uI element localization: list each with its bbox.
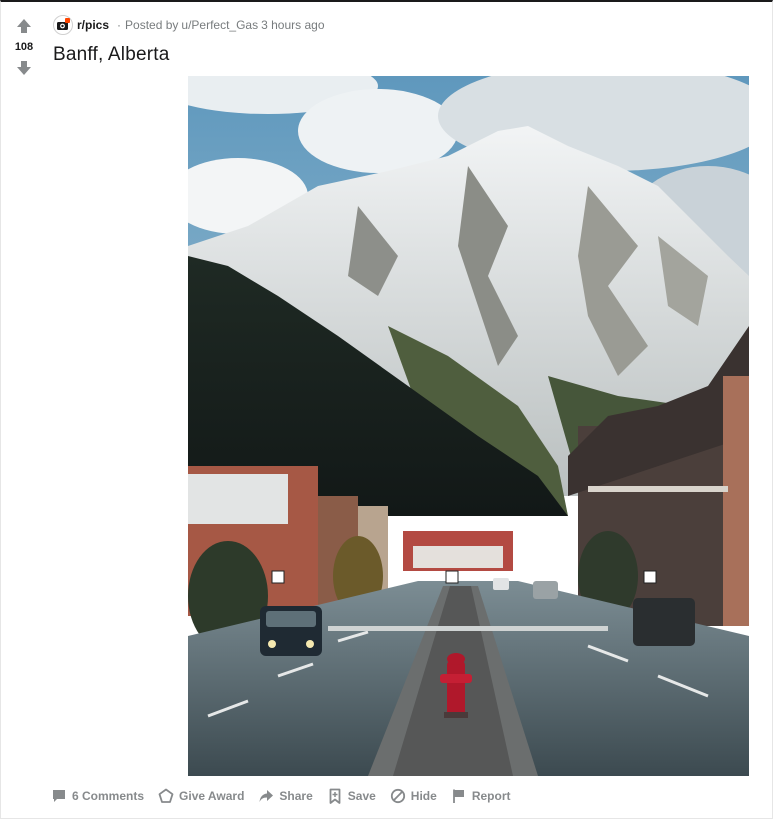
author-link[interactable]: u/Perfect_Gas	[181, 18, 258, 32]
post-meta: r/pics · Posted by u/Perfect_Gas 3 hours…	[53, 15, 325, 35]
comments-button[interactable]: 6 Comments	[51, 788, 144, 804]
give-award-button[interactable]: Give Award	[158, 788, 244, 804]
save-button[interactable]: Save	[327, 788, 376, 804]
give-award-label: Give Award	[179, 789, 245, 803]
comment-icon	[53, 790, 65, 802]
award-icon	[158, 788, 174, 803]
hide-icon	[390, 788, 405, 804]
upvote-arrow-icon	[17, 19, 31, 33]
downvote-button[interactable]	[12, 58, 36, 78]
post-actions-bar: 6 Comments Give Award Share Save Hide Re…	[51, 785, 524, 807]
post-timestamp[interactable]: 3 hours ago	[261, 18, 324, 32]
flag-icon	[452, 789, 464, 803]
vote-column: 108	[5, 16, 43, 78]
subreddit-avatar[interactable]	[53, 15, 73, 35]
save-label: Save	[347, 789, 376, 803]
separator-dot: ·	[117, 18, 122, 32]
share-label: Share	[279, 789, 313, 803]
post-card: 108 r/pics · Posted by u/Perfect_Gas 3 h…	[0, 0, 773, 819]
posted-by-label: Posted by	[125, 18, 179, 32]
bookmark-icon	[329, 788, 341, 804]
hide-button[interactable]: Hide	[390, 788, 437, 804]
share-button[interactable]: Share	[258, 788, 313, 804]
hide-label: Hide	[410, 789, 437, 803]
post-image[interactable]	[188, 76, 749, 776]
camera-icon	[53, 15, 73, 35]
comments-label: 6 Comments	[72, 789, 145, 803]
share-arrow-icon	[259, 790, 274, 802]
vote-count: 108	[14, 41, 34, 53]
report-label: Report	[471, 789, 511, 803]
report-button[interactable]: Report	[451, 788, 511, 804]
post-title[interactable]: Banff, Alberta	[53, 44, 170, 66]
downvote-arrow-icon	[17, 61, 31, 75]
subreddit-link[interactable]: r/pics	[77, 18, 109, 32]
upvote-button[interactable]	[12, 16, 36, 36]
